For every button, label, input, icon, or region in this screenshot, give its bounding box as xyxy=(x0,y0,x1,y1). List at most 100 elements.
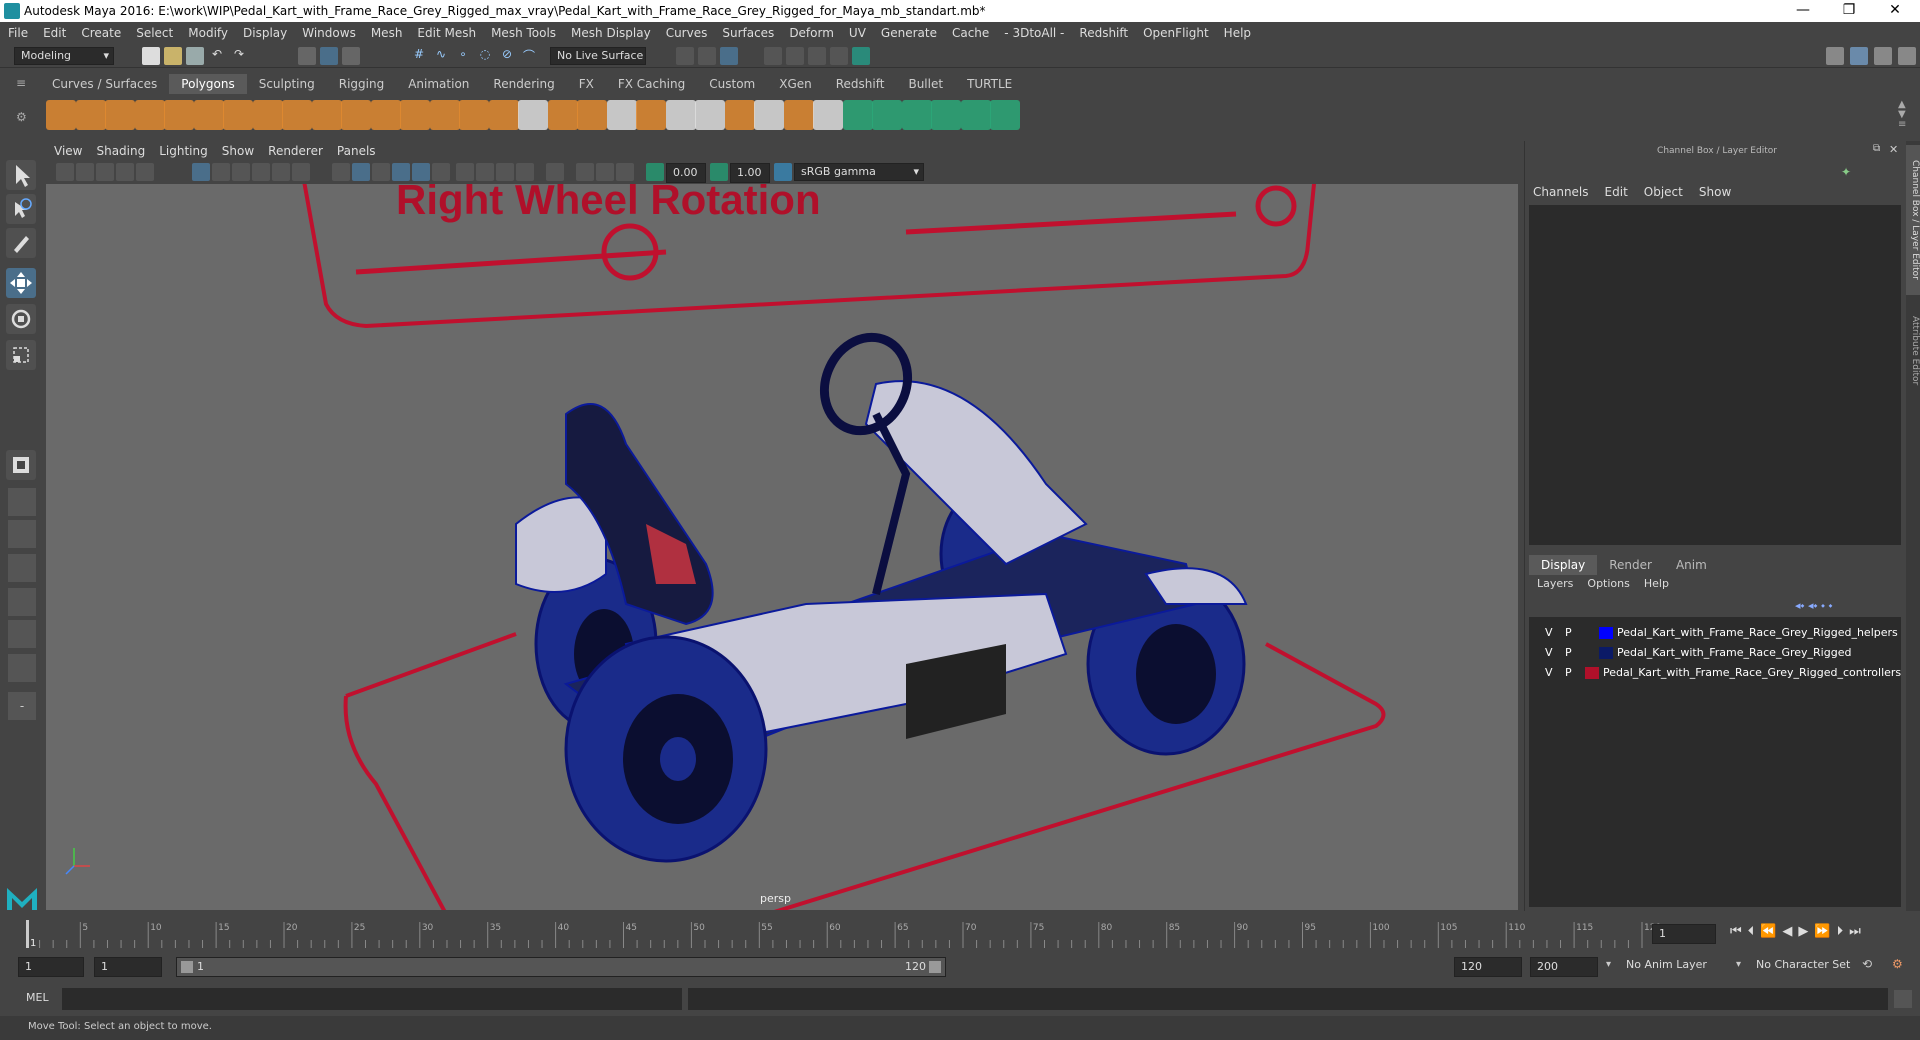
target-weld-icon[interactable] xyxy=(754,100,784,130)
paint-select-tool-icon[interactable] xyxy=(6,228,36,258)
layer-tab-anim[interactable]: Anim xyxy=(1664,555,1719,575)
grease-pencil-icon[interactable] xyxy=(136,163,154,181)
menu-edit[interactable]: Edit xyxy=(43,26,66,40)
poly-cone-icon[interactable] xyxy=(134,100,165,130)
open-scene-icon[interactable] xyxy=(164,47,182,65)
go-to-start-icon[interactable]: ⏮ xyxy=(1730,924,1748,939)
menu-edit-mesh[interactable]: Edit Mesh xyxy=(417,26,476,40)
snap-curve-icon[interactable]: ∿ xyxy=(432,47,450,65)
layer-name[interactable]: Pedal_Kart_with_Frame_Race_Grey_Rigged xyxy=(1617,643,1851,663)
isolate-select-icon[interactable] xyxy=(546,163,564,181)
menu-windows[interactable]: Windows xyxy=(302,26,356,40)
menu-redshift[interactable]: Redshift xyxy=(1079,26,1128,40)
select-object-icon[interactable] xyxy=(320,47,338,65)
toggle-tool-settings-icon[interactable] xyxy=(1898,47,1916,65)
shelf-scroll-icon[interactable]: ▲ ▼ ≡ xyxy=(1898,100,1906,130)
layer-tab-display[interactable]: Display xyxy=(1529,555,1598,575)
exposure-icon[interactable] xyxy=(646,163,664,181)
resolution-gate-icon[interactable] xyxy=(232,163,250,181)
input-ops-icon[interactable] xyxy=(676,47,694,65)
channel-list[interactable] xyxy=(1529,205,1901,545)
textured-icon[interactable] xyxy=(392,163,410,181)
gamma-icon[interactable] xyxy=(710,163,728,181)
shelf-tab-polygons[interactable]: Polygons xyxy=(169,74,247,94)
close-panel-icon[interactable]: ✕ xyxy=(1889,143,1898,156)
float-panel-icon[interactable]: ⧉ xyxy=(1873,143,1880,154)
poly-sphere-icon[interactable] xyxy=(46,100,76,130)
camera-select-icon[interactable] xyxy=(56,163,74,181)
snap-grid-icon[interactable]: # xyxy=(410,47,428,65)
planar-map-icon[interactable] xyxy=(872,100,902,130)
soccer-ball-icon[interactable] xyxy=(341,100,371,130)
separate-icon[interactable] xyxy=(488,100,519,130)
play-forward-icon[interactable]: ▶ xyxy=(1798,924,1814,939)
step-forward-key-icon[interactable]: ⏩ xyxy=(1814,924,1836,939)
single-perspective-layout-icon[interactable] xyxy=(8,488,36,516)
gamma-field[interactable]: 1.00 xyxy=(730,163,770,183)
menu-display[interactable]: Display xyxy=(243,26,287,40)
snap-surface-icon[interactable]: ⊘ xyxy=(498,47,516,65)
layer-tab-render[interactable]: Render xyxy=(1597,555,1664,575)
new-layer-selected-icon[interactable]: ⬩ xyxy=(1828,599,1832,612)
layer-menu-options[interactable]: Options xyxy=(1587,577,1629,595)
bevel-icon[interactable] xyxy=(606,100,637,130)
depth-of-field-icon[interactable] xyxy=(516,163,534,181)
shelf-tab-xgen[interactable]: XGen xyxy=(767,74,824,94)
select-tool-icon[interactable] xyxy=(6,160,36,190)
shelf-menu-icon[interactable]: ≡ xyxy=(16,76,30,90)
layer-playback-toggle[interactable]: P xyxy=(1565,623,1572,643)
auto-map-icon[interactable] xyxy=(901,100,932,130)
poly-helix-icon[interactable] xyxy=(311,100,342,130)
move-layer-down-icon[interactable]: ◂⬩ xyxy=(1808,599,1817,612)
scale-tool-icon[interactable] xyxy=(6,340,36,370)
smooth-shade-icon[interactable] xyxy=(352,163,370,181)
quad-draw-icon[interactable] xyxy=(813,100,843,130)
minimize-button[interactable]: — xyxy=(1780,0,1826,22)
snap-point-icon[interactable]: ∘ xyxy=(454,47,472,65)
smooth-icon[interactable] xyxy=(547,100,578,130)
layer-visibility-toggle[interactable]: V xyxy=(1545,663,1553,683)
channel-menu-edit[interactable]: Edit xyxy=(1605,185,1628,203)
menu-surfaces[interactable]: Surfaces xyxy=(722,26,774,40)
construction-history-icon[interactable] xyxy=(720,47,738,65)
shelf-tab-custom[interactable]: Custom xyxy=(697,74,767,94)
maximize-button[interactable]: ❐ xyxy=(1826,0,1872,22)
boolean-icon[interactable] xyxy=(577,100,607,130)
shadows-icon[interactable] xyxy=(432,163,450,181)
step-back-key-icon[interactable]: ⏪ xyxy=(1760,924,1782,939)
wheel-rotation-controller[interactable]: Right Wheel Rotation xyxy=(301,184,1317,329)
wireframe-icon[interactable] xyxy=(332,163,350,181)
persp-outliner-layout-icon[interactable] xyxy=(8,620,36,648)
anti-aliasing-icon[interactable] xyxy=(496,163,514,181)
range-start-handle[interactable] xyxy=(181,961,193,973)
motion-blur-icon[interactable] xyxy=(476,163,494,181)
shelf-tab-turtle[interactable]: TURTLE xyxy=(955,74,1024,94)
viewport-menu-renderer[interactable]: Renderer xyxy=(268,144,323,158)
ipr-render-icon[interactable] xyxy=(808,47,826,65)
current-time-marker[interactable] xyxy=(26,920,29,948)
output-ops-icon[interactable] xyxy=(698,47,716,65)
combine-icon[interactable] xyxy=(459,100,489,130)
layer-name[interactable]: Pedal_Kart_with_Frame_Race_Grey_Rigged_c… xyxy=(1603,663,1901,683)
layer-playback-toggle[interactable]: P xyxy=(1565,643,1572,663)
new-scene-icon[interactable] xyxy=(142,47,160,65)
menu-cache[interactable]: Cache xyxy=(952,26,989,40)
channel-menu-show[interactable]: Show xyxy=(1699,185,1731,203)
screen-space-ao-icon[interactable] xyxy=(456,163,474,181)
current-time-field[interactable]: 1 xyxy=(1652,924,1716,944)
move-tool-icon[interactable] xyxy=(6,268,36,298)
anim-layer-dropdown[interactable]: No Anim Layer xyxy=(1620,957,1740,975)
menu-mesh-tools[interactable]: Mesh Tools xyxy=(491,26,556,40)
character-set-dropdown[interactable]: No Character Set xyxy=(1750,957,1870,975)
pyramid-icon[interactable] xyxy=(400,100,430,130)
attribute-editor-side-tab[interactable]: Attribute Editor xyxy=(1906,306,1920,396)
menu-3dtoall[interactable]: - 3DtoAll - xyxy=(1004,26,1064,40)
shelf-tab-rigging[interactable]: Rigging xyxy=(327,74,396,94)
extrude-icon[interactable] xyxy=(665,100,696,130)
render-frame-icon[interactable] xyxy=(786,47,804,65)
mode-dropdown[interactable]: Modeling ▾ xyxy=(14,47,114,65)
save-scene-icon[interactable] xyxy=(186,47,204,65)
shelf-tab-fx[interactable]: FX xyxy=(567,74,606,94)
xray-icon[interactable] xyxy=(576,163,594,181)
menu-modify[interactable]: Modify xyxy=(188,26,228,40)
